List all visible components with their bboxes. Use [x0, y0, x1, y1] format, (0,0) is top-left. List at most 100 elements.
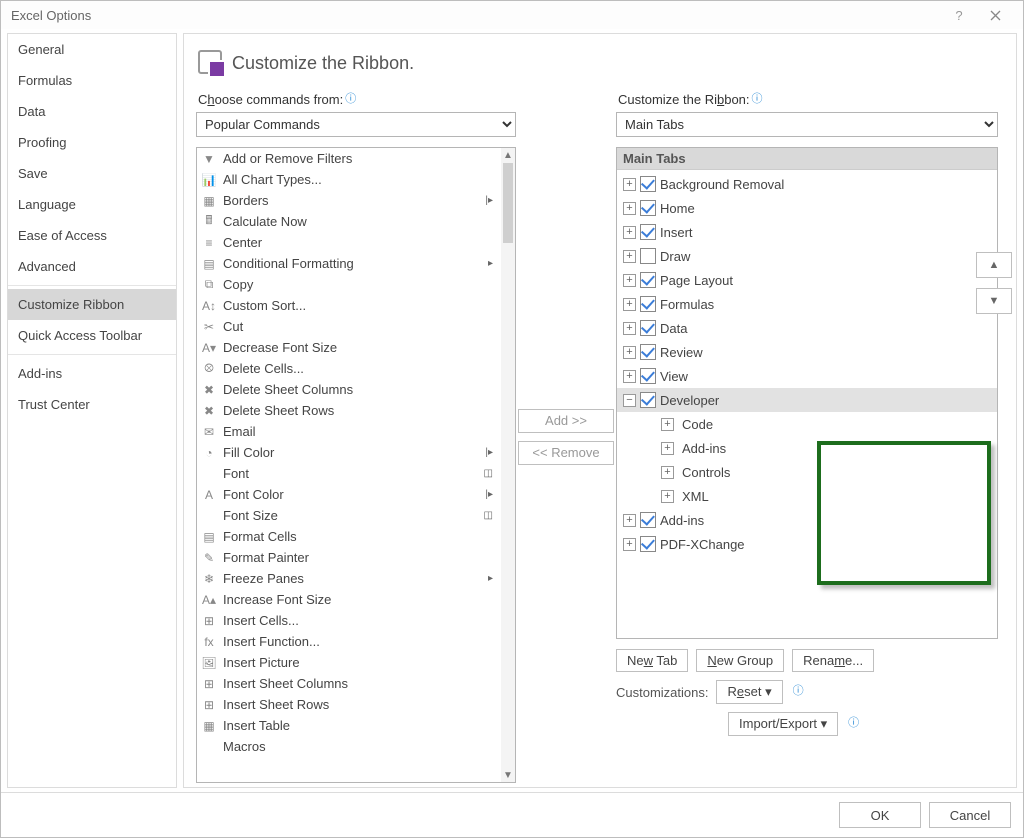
- command-item[interactable]: A↕Custom Sort...: [197, 295, 501, 316]
- tree-tab-background-removal[interactable]: +Background Removal: [617, 172, 997, 196]
- expand-icon[interactable]: +: [623, 298, 636, 311]
- command-item[interactable]: ✖Delete Sheet Columns: [197, 379, 501, 400]
- sidebar-item-customize-ribbon[interactable]: Customize Ribbon: [8, 289, 176, 320]
- command-item[interactable]: ⊞Insert Sheet Rows: [197, 694, 501, 715]
- tab-checkbox[interactable]: [640, 176, 656, 192]
- tree-tab-home[interactable]: +Home: [617, 196, 997, 220]
- tree-group-code[interactable]: +Code: [617, 412, 997, 436]
- command-item[interactable]: ▤Conditional Formatting▸: [197, 253, 501, 274]
- commands-list[interactable]: ▼Add or Remove Filters📊All Chart Types..…: [196, 147, 516, 783]
- command-item[interactable]: 📊All Chart Types...: [197, 169, 501, 190]
- sidebar-item-proofing[interactable]: Proofing: [8, 127, 176, 158]
- tab-checkbox[interactable]: [640, 224, 656, 240]
- sidebar-item-data[interactable]: Data: [8, 96, 176, 127]
- customize-ribbon-combo[interactable]: Main Tabs: [616, 112, 998, 137]
- expand-icon[interactable]: +: [661, 442, 674, 455]
- choose-commands-combo[interactable]: Popular Commands: [196, 112, 516, 137]
- tab-checkbox[interactable]: [640, 200, 656, 216]
- sidebar-item-language[interactable]: Language: [8, 189, 176, 220]
- sidebar-item-formulas[interactable]: Formulas: [8, 65, 176, 96]
- tree-tab-page-layout[interactable]: +Page Layout: [617, 268, 997, 292]
- add-button[interactable]: Add >>: [518, 409, 614, 433]
- command-item[interactable]: ✂Cut: [197, 316, 501, 337]
- tree-group-add-ins[interactable]: +Add-ins: [617, 436, 997, 460]
- command-item[interactable]: Font Size◫: [197, 505, 501, 526]
- expand-icon[interactable]: +: [623, 514, 636, 527]
- info-icon[interactable]: ⓘ: [848, 714, 859, 730]
- expand-icon[interactable]: +: [623, 322, 636, 335]
- info-icon[interactable]: ⓘ: [752, 90, 763, 106]
- command-item[interactable]: ▦Borders|▸: [197, 190, 501, 211]
- command-item[interactable]: ▼Add or Remove Filters: [197, 148, 501, 169]
- command-item[interactable]: ⊞Insert Cells...: [197, 610, 501, 631]
- scroll-up-button[interactable]: ▲: [501, 148, 515, 162]
- import-export-button[interactable]: Import/Export ▾: [728, 712, 838, 736]
- tab-checkbox[interactable]: [640, 296, 656, 312]
- expand-icon[interactable]: +: [623, 178, 636, 191]
- command-item[interactable]: ≡Center: [197, 232, 501, 253]
- command-item[interactable]: Font◫: [197, 463, 501, 484]
- tab-checkbox[interactable]: [640, 248, 656, 264]
- command-item[interactable]: ✉Email: [197, 421, 501, 442]
- tab-checkbox[interactable]: [640, 392, 656, 408]
- cancel-button[interactable]: Cancel: [929, 802, 1011, 828]
- tree-tab-insert[interactable]: +Insert: [617, 220, 997, 244]
- info-icon[interactable]: ⓘ: [345, 90, 356, 106]
- command-item[interactable]: ▦Insert Table: [197, 715, 501, 736]
- tab-checkbox[interactable]: [640, 320, 656, 336]
- expand-icon[interactable]: +: [623, 346, 636, 359]
- move-down-button[interactable]: ▼: [976, 288, 1012, 314]
- tree-tab-data[interactable]: +Data: [617, 316, 997, 340]
- rename-button[interactable]: Rename...: [792, 649, 874, 672]
- ribbon-tree[interactable]: Main Tabs +Background Removal+Home+Inser…: [616, 147, 998, 639]
- sidebar-item-ease-of-access[interactable]: Ease of Access: [8, 220, 176, 251]
- tree-group-xml[interactable]: +XML: [617, 484, 997, 508]
- command-item[interactable]: Macros: [197, 736, 501, 757]
- tree-tab-pdf-xchange[interactable]: +PDF-XChange: [617, 532, 997, 556]
- command-item[interactable]: ✎Format Painter: [197, 547, 501, 568]
- move-up-button[interactable]: ▲: [976, 252, 1012, 278]
- tree-tab-draw[interactable]: +Draw: [617, 244, 997, 268]
- commands-scrollbar[interactable]: ▲ ▼: [501, 148, 515, 782]
- close-button[interactable]: [977, 1, 1013, 29]
- tree-group-controls[interactable]: +Controls: [617, 460, 997, 484]
- tree-tab-add-ins[interactable]: +Add-ins: [617, 508, 997, 532]
- tab-checkbox[interactable]: [640, 344, 656, 360]
- command-item[interactable]: 🖼Insert Picture: [197, 652, 501, 673]
- tree-tab-view[interactable]: +View: [617, 364, 997, 388]
- sidebar-item-advanced[interactable]: Advanced: [8, 251, 176, 282]
- command-item[interactable]: ⊞Insert Sheet Columns: [197, 673, 501, 694]
- expand-icon[interactable]: +: [623, 202, 636, 215]
- new-group-button[interactable]: New Group: [696, 649, 784, 672]
- expand-icon[interactable]: +: [623, 226, 636, 239]
- remove-button[interactable]: << Remove: [518, 441, 614, 465]
- command-item[interactable]: ⮾Delete Cells...: [197, 358, 501, 379]
- tab-checkbox[interactable]: [640, 512, 656, 528]
- sidebar-item-save[interactable]: Save: [8, 158, 176, 189]
- expand-icon[interactable]: +: [623, 274, 636, 287]
- scroll-down-button[interactable]: ▼: [501, 768, 515, 782]
- tree-tab-review[interactable]: +Review: [617, 340, 997, 364]
- expand-icon[interactable]: +: [661, 418, 674, 431]
- sidebar-item-quick-access-toolbar[interactable]: Quick Access Toolbar: [8, 320, 176, 351]
- scroll-thumb[interactable]: [503, 163, 513, 243]
- ok-button[interactable]: OK: [839, 802, 921, 828]
- sidebar-item-trust-center[interactable]: Trust Center: [8, 389, 176, 420]
- tab-checkbox[interactable]: [640, 272, 656, 288]
- tab-checkbox[interactable]: [640, 536, 656, 552]
- expand-icon[interactable]: +: [661, 466, 674, 479]
- expand-icon[interactable]: −: [623, 394, 636, 407]
- command-item[interactable]: A▴Increase Font Size: [197, 589, 501, 610]
- command-item[interactable]: ❄Freeze Panes▸: [197, 568, 501, 589]
- command-item[interactable]: fxInsert Function...: [197, 631, 501, 652]
- reset-button[interactable]: Reset ▾: [716, 680, 782, 704]
- tree-tab-developer[interactable]: −Developer: [617, 388, 997, 412]
- command-item[interactable]: ✖Delete Sheet Rows: [197, 400, 501, 421]
- new-tab-button[interactable]: New Tab: [616, 649, 688, 672]
- command-item[interactable]: A▾Decrease Font Size: [197, 337, 501, 358]
- expand-icon[interactable]: +: [623, 370, 636, 383]
- expand-icon[interactable]: +: [623, 538, 636, 551]
- command-item[interactable]: ▤Format Cells: [197, 526, 501, 547]
- tree-tab-formulas[interactable]: +Formulas: [617, 292, 997, 316]
- command-item[interactable]: ◔Fill Color|▸: [197, 442, 501, 463]
